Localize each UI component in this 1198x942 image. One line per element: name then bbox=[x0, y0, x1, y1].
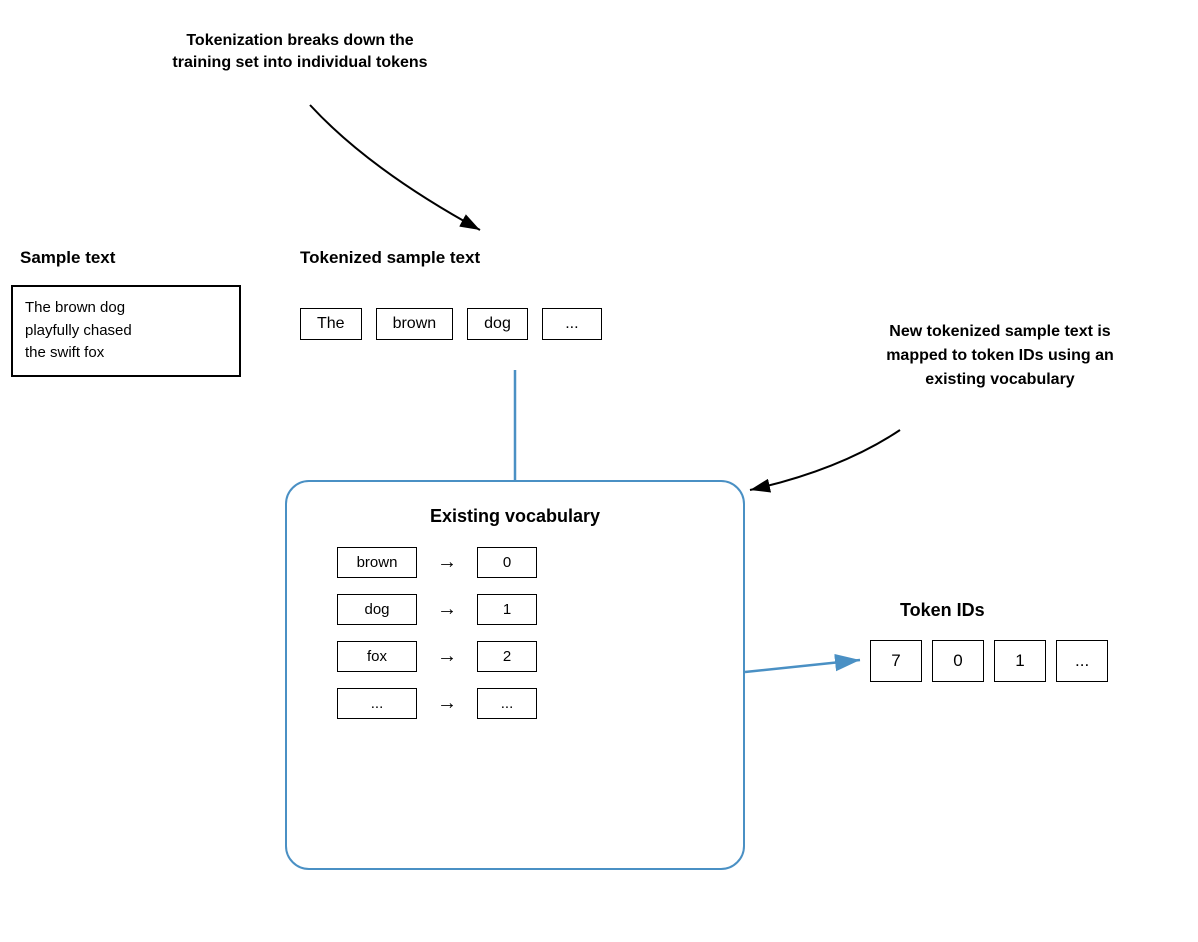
arrow-brown: → bbox=[437, 551, 457, 574]
vocab-word-dog: dog bbox=[337, 594, 417, 625]
vocab-id-2: 2 bbox=[477, 641, 537, 672]
vocab-row-dog: dog → 1 bbox=[337, 594, 693, 625]
top-annotation: Tokenization breaks down the training se… bbox=[160, 30, 440, 75]
vocab-id-1: 1 bbox=[477, 594, 537, 625]
vocab-id-0: 0 bbox=[477, 547, 537, 578]
arrow-dog: → bbox=[437, 598, 457, 621]
tokens-row: The brown dog ... bbox=[300, 308, 602, 340]
token-brown: brown bbox=[376, 308, 454, 340]
arrow-ellipsis: → bbox=[437, 692, 457, 715]
token-id-7: 7 bbox=[870, 640, 922, 682]
vocab-word-fox: fox bbox=[337, 641, 417, 672]
right-annotation: New tokenized sample text is mapped to t… bbox=[870, 320, 1130, 392]
token-id-ellipsis: ... bbox=[1056, 640, 1108, 682]
diagram-container: Tokenization breaks down the training se… bbox=[0, 0, 1198, 942]
token-ids-label: Token IDs bbox=[900, 600, 985, 621]
token-id-0: 0 bbox=[932, 640, 984, 682]
sample-text-box: The brown dogplayfully chasedthe swift f… bbox=[11, 285, 241, 377]
right-annotation-text: New tokenized sample text is mapped to t… bbox=[886, 323, 1114, 388]
vocab-title: Existing vocabulary bbox=[287, 506, 743, 527]
vocab-row-ellipsis: ... → ... bbox=[337, 688, 693, 719]
vocab-id-ellipsis: ... bbox=[477, 688, 537, 719]
vocab-word-brown: brown bbox=[337, 547, 417, 578]
vocab-box: Existing vocabulary brown → 0 dog → 1 fo… bbox=[285, 480, 745, 870]
token-dog: dog bbox=[467, 308, 528, 340]
vocab-word-ellipsis: ... bbox=[337, 688, 417, 719]
token-id-1: 1 bbox=[994, 640, 1046, 682]
vocab-row-brown: brown → 0 bbox=[337, 547, 693, 578]
annotation-text: Tokenization breaks down the training se… bbox=[172, 32, 427, 71]
vocab-rows: brown → 0 dog → 1 fox → 2 ... → ... bbox=[287, 547, 743, 719]
tokenized-label: Tokenized sample text bbox=[300, 248, 480, 268]
vocab-row-fox: fox → 2 bbox=[337, 641, 693, 672]
arrow-fox: → bbox=[437, 645, 457, 668]
token-ids-row: 7 0 1 ... bbox=[870, 640, 1108, 682]
sample-text-label: Sample text bbox=[20, 248, 115, 268]
token-ellipsis: ... bbox=[542, 308, 602, 340]
token-the: The bbox=[300, 308, 362, 340]
